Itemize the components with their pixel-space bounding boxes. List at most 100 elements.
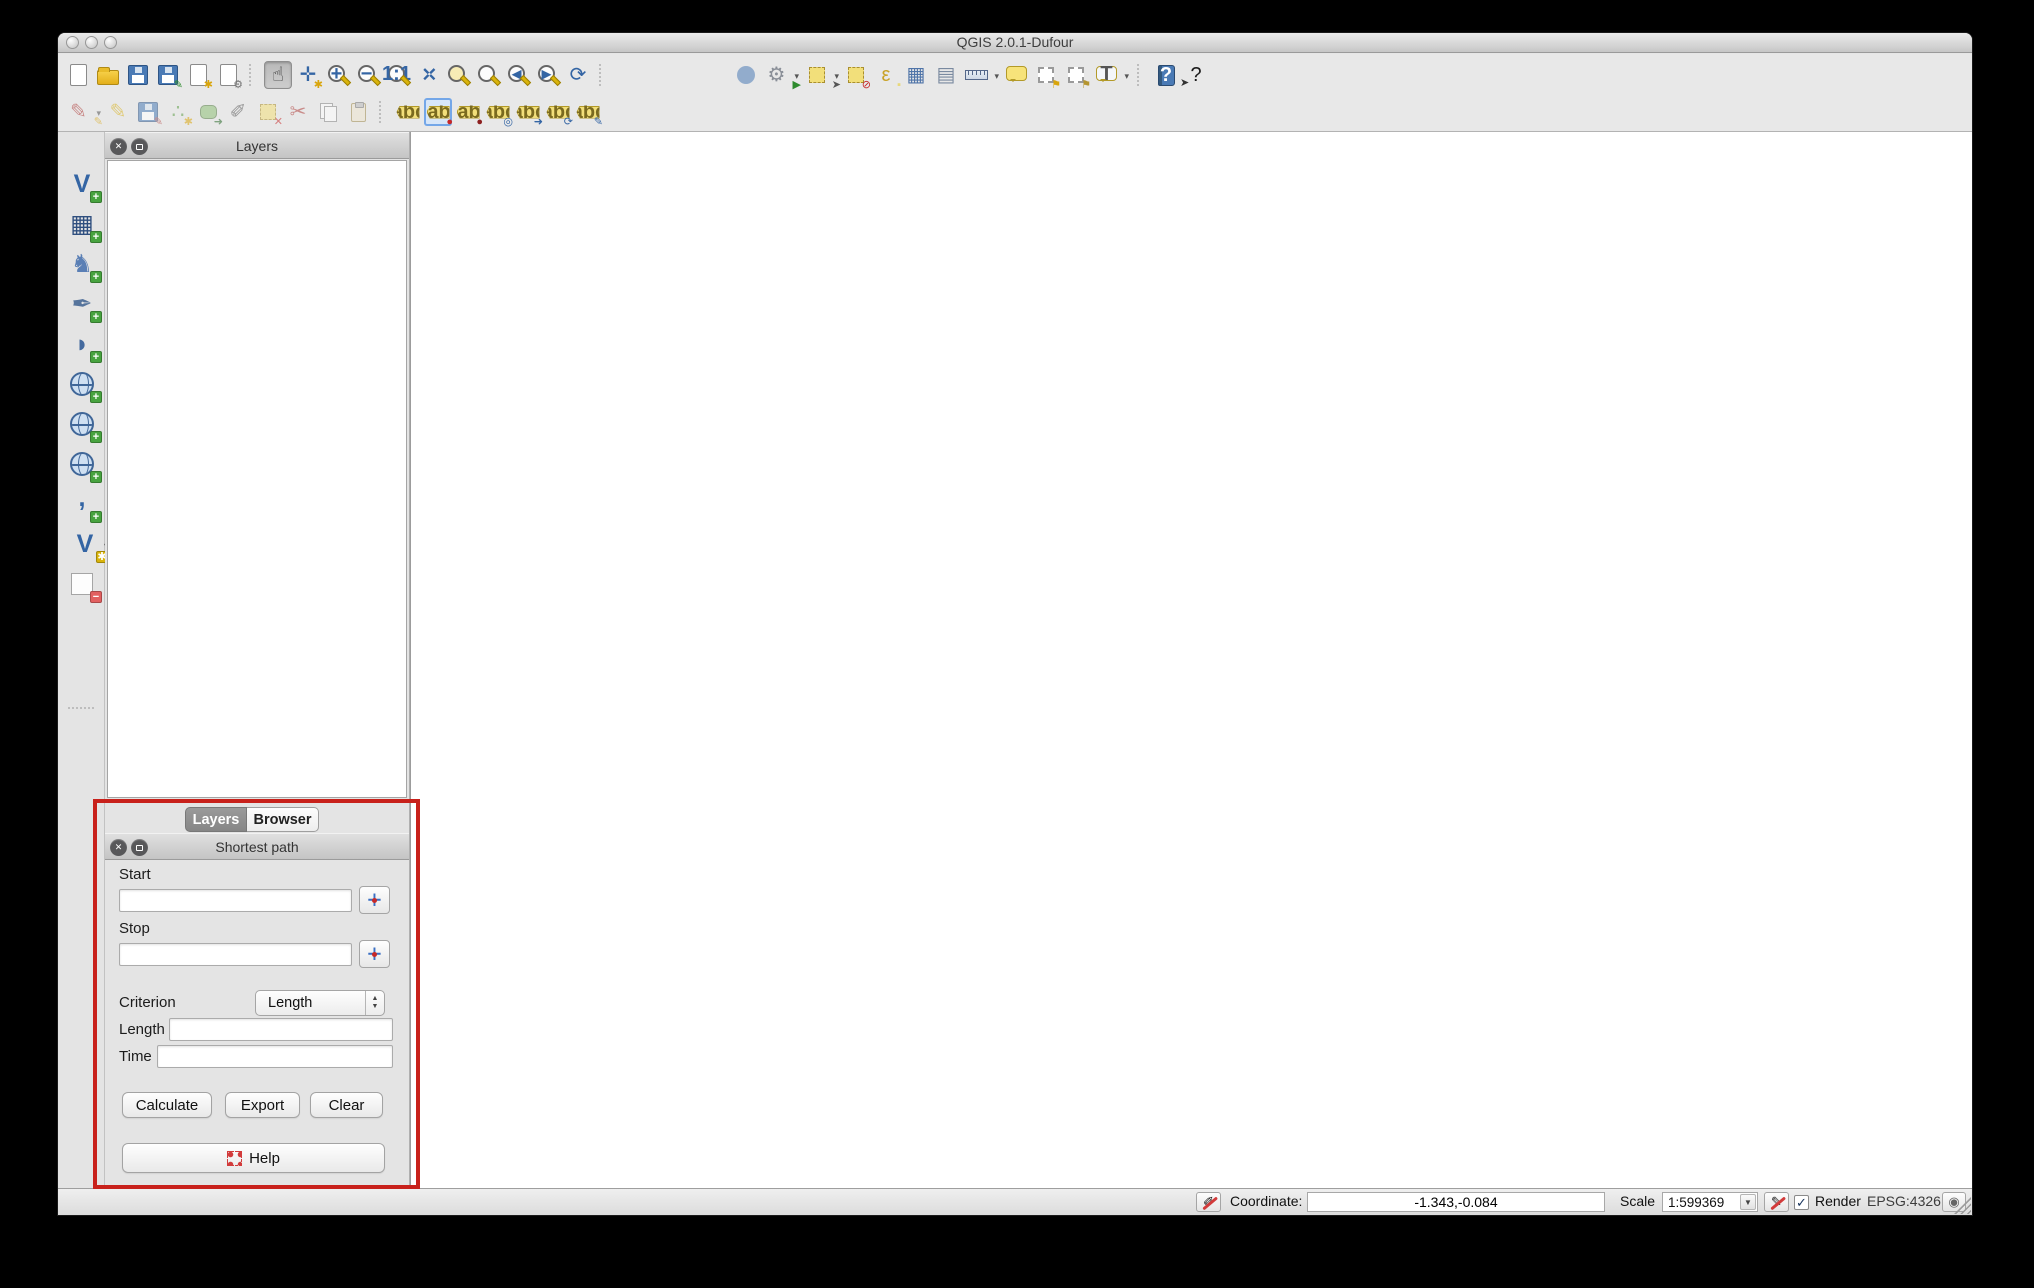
save-project-as-button[interactable]: ✎	[154, 61, 182, 89]
delete-selected-button[interactable]: ✕	[254, 98, 282, 126]
stop-rendering-button[interactable]: ✎	[1764, 1192, 1789, 1212]
layers-list[interactable]	[107, 160, 407, 798]
zoom-to-selection-button[interactable]	[444, 61, 472, 89]
add-postgis-layer-badge: +	[90, 271, 102, 283]
tracking-pencil-icon: ✐	[1203, 1194, 1214, 1210]
render-checkbox[interactable]: ✓	[1794, 1195, 1809, 1210]
time-input[interactable]	[157, 1045, 393, 1068]
identify-features-button[interactable]	[732, 61, 760, 89]
toggle-editing-button[interactable]: ✎	[104, 98, 132, 126]
title-bar[interactable]: QGIS 2.0.1-Dufour	[58, 33, 1972, 53]
select-features-button[interactable]: ➤	[802, 61, 840, 89]
layer-labeling-options-button[interactable]: abc	[394, 98, 422, 126]
field-calculator-button[interactable]: ▤	[932, 61, 960, 89]
remove-layer-badge: −	[90, 591, 102, 603]
tab-browser[interactable]: Browser	[247, 807, 319, 832]
combo-arrow-icon: ▼	[1740, 1194, 1756, 1210]
zoom-in-button[interactable]: +	[324, 61, 352, 89]
save-layer-edits-badge: ✎	[154, 117, 163, 128]
show-hide-labels-button[interactable]: abc◎	[484, 98, 512, 126]
select-by-expression-button[interactable]: ε▪	[872, 61, 900, 89]
export-button[interactable]: Export	[225, 1092, 300, 1118]
composer-manager-badge: ⚙	[233, 80, 243, 91]
add-wfs-layer-button[interactable]: +	[64, 446, 100, 482]
zoom-full-extent-button[interactable]: ✛	[414, 61, 442, 89]
paste-features-icon	[351, 103, 366, 122]
text-annotation-icon: T	[1096, 66, 1117, 81]
scale-label: Scale	[1620, 1193, 1655, 1209]
zoom-out-button[interactable]: −	[354, 61, 382, 89]
zoom-last-button[interactable]: ◂	[504, 61, 532, 89]
zoom-in-icon: +	[328, 65, 345, 82]
add-delimited-text-layer-badge: +	[90, 511, 102, 523]
remove-layer-button[interactable]: −	[64, 566, 100, 602]
composer-manager-button[interactable]: ⚙	[214, 61, 242, 89]
pan-to-selection-button[interactable]: ✛✱	[294, 61, 322, 89]
open-project-button[interactable]	[94, 61, 122, 89]
map-tips-button[interactable]	[1002, 61, 1030, 89]
render-label: Render	[1815, 1193, 1861, 1209]
measure-line-button[interactable]	[962, 61, 1000, 89]
tab-layers[interactable]: Layers	[185, 807, 247, 832]
calculate-button[interactable]: Calculate	[122, 1092, 212, 1118]
add-vector-layer-button[interactable]: V+	[64, 166, 100, 202]
add-delimited-text-layer-button[interactable]: ,+	[64, 486, 100, 522]
save-project-icon	[128, 65, 148, 85]
zoom-next-button[interactable]: ▸	[534, 61, 562, 89]
new-project-button[interactable]	[64, 61, 92, 89]
new-bookmark-button[interactable]: ⚑	[1032, 61, 1060, 89]
deselect-features-button[interactable]: ⊘	[842, 61, 870, 89]
add-raster-layer-button[interactable]: ▦+	[64, 206, 100, 242]
add-wcs-layer-button[interactable]: +	[64, 406, 100, 442]
show-bookmarks-button[interactable]: ⚑	[1062, 61, 1090, 89]
copy-features-button[interactable]	[314, 98, 342, 126]
help-button[interactable]: Help	[122, 1143, 385, 1173]
zoom-to-layer-button[interactable]	[474, 61, 502, 89]
current-edits-button[interactable]: ✎✎	[64, 98, 102, 126]
text-annotation-button[interactable]: T	[1092, 61, 1130, 89]
stop-capture-button[interactable]: ✛	[359, 940, 390, 968]
cut-features-button[interactable]: ✂	[284, 98, 312, 126]
run-feature-action-icon: ⚙	[768, 65, 786, 85]
start-input[interactable]	[119, 889, 352, 912]
toolbar-area: ✎✱⚙☝✛✱+−1:1✛◂▸⟳⚙▶➤⊘ε▪▦▤⚑⚑T??➤ ✎✎✎✎∴✱➜✐✕✂…	[58, 54, 1972, 132]
add-spatialite-layer-button[interactable]: ✒+	[64, 286, 100, 322]
save-layer-edits-button[interactable]: ✎	[134, 98, 162, 126]
status-bar: ✐ Coordinate: Scale 1:599369 ▼ ✎ ✓ Rende…	[58, 1188, 1972, 1215]
stop-input[interactable]	[119, 943, 352, 966]
move-feature-button[interactable]: ➜	[194, 98, 222, 126]
whats-this-button[interactable]: ?➤	[1182, 61, 1210, 89]
pan-map-button[interactable]: ☝	[264, 61, 292, 89]
coordinate-input[interactable]	[1307, 1192, 1605, 1212]
new-shapefile-layer-button[interactable]: V✱	[64, 526, 106, 562]
unpin-labels-button[interactable]: ab●	[454, 98, 482, 126]
zoom-actual-size-button[interactable]: 1:1	[384, 61, 412, 89]
save-project-button[interactable]	[124, 61, 152, 89]
paste-features-button[interactable]	[344, 98, 372, 126]
new-print-composer-button[interactable]: ✱	[184, 61, 212, 89]
current-edits-badge: ✎	[94, 117, 103, 128]
help-contents-button[interactable]: ?	[1152, 61, 1180, 89]
run-feature-action-button[interactable]: ⚙▶	[762, 61, 800, 89]
start-capture-button[interactable]: ✛	[359, 886, 390, 914]
toolbar-separator	[1137, 64, 1147, 86]
clear-button[interactable]: Clear	[310, 1092, 383, 1118]
rotate-label-button[interactable]: abc⟳	[544, 98, 572, 126]
add-feature-button[interactable]: ∴✱	[164, 98, 192, 126]
change-label-button[interactable]: abc✎	[574, 98, 602, 126]
pin-labels-button[interactable]: ab●	[424, 98, 452, 126]
add-wms-layer-button[interactable]: +	[64, 366, 100, 402]
move-label-button[interactable]: abc➜	[514, 98, 542, 126]
scale-combo[interactable]: 1:599369 ▼	[1662, 1192, 1758, 1212]
add-postgis-layer-button[interactable]: ♞+	[64, 246, 100, 282]
criterion-select[interactable]: Length ▲▼	[255, 990, 385, 1016]
help-contents-icon: ?	[1158, 65, 1175, 86]
add-mssql-layer-badge: +	[90, 351, 102, 363]
add-mssql-layer-button[interactable]: ◗+	[64, 326, 100, 362]
open-attribute-table-button[interactable]: ▦	[902, 61, 930, 89]
node-tool-button[interactable]: ✐	[224, 98, 252, 126]
length-input[interactable]	[169, 1018, 393, 1041]
toggle-extents-display-button[interactable]: ✐	[1196, 1192, 1221, 1212]
refresh-map-button[interactable]: ⟳	[564, 61, 592, 89]
map-canvas[interactable]	[410, 132, 1972, 1188]
